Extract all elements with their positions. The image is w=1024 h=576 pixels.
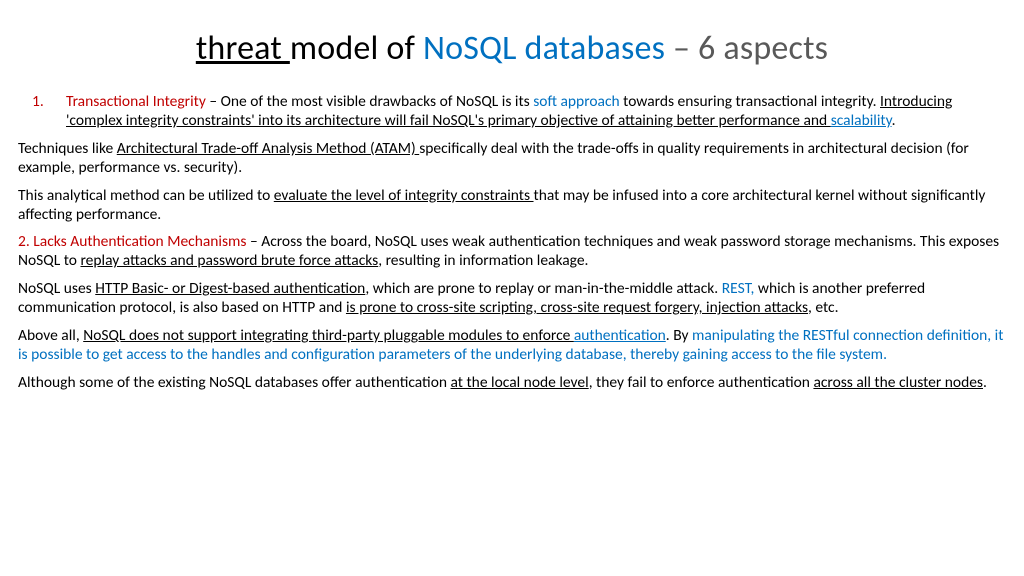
para-local-node: Although some of the existing NoSQL data… bbox=[18, 374, 1006, 393]
atam-term: Architectural Trade-off Analysis Method … bbox=[117, 139, 419, 158]
scalability-link: scalability bbox=[831, 111, 892, 130]
para-thirdparty: Above all, NoSQL does not support integr… bbox=[18, 327, 1006, 365]
para-http: NoSQL uses HTTP Basic- or Digest-based a… bbox=[18, 280, 1006, 318]
authentication-link: authentication bbox=[574, 326, 666, 345]
title-aspects: – 6 aspects bbox=[673, 28, 828, 69]
item-2-lead: 2. Lacks Authentication Mechanisms bbox=[18, 232, 250, 251]
cross-site: is prone to cross-site scripting, cross-… bbox=[346, 298, 808, 317]
title-threat: threat bbox=[196, 28, 290, 69]
cluster-nodes: across all the cluster nodes bbox=[813, 373, 983, 392]
http-basic: HTTP Basic- or Digest-based authenticati… bbox=[95, 279, 365, 298]
item-1-lead: Transactional Integrity bbox=[66, 92, 209, 111]
item-1-body: Transactional Integrity – One of the mos… bbox=[66, 93, 1006, 131]
title-nosql: NoSQL databases bbox=[423, 28, 673, 69]
replay-attacks: replay attacks and password brute force … bbox=[80, 251, 378, 270]
item-1: 1. Transactional Integrity – One of the … bbox=[18, 93, 1006, 140]
para-analytical: This analytical method can be utilized t… bbox=[18, 187, 1006, 225]
slide-title: threat model of NoSQL databases – 6 aspe… bbox=[18, 28, 1006, 69]
title-model: model of bbox=[290, 28, 423, 69]
soft-approach: soft approach bbox=[533, 92, 623, 111]
slide-content: 1. Transactional Integrity – One of the … bbox=[18, 93, 1006, 393]
item-1-number: 1. bbox=[18, 93, 66, 140]
para-atam: Techniques like Architectural Trade-off … bbox=[18, 140, 1006, 178]
item-2: 2. Lacks Authentication Mechanisms – Acr… bbox=[18, 233, 1006, 271]
local-node: at the local node level bbox=[451, 373, 589, 392]
rest-term: REST, bbox=[722, 279, 758, 298]
